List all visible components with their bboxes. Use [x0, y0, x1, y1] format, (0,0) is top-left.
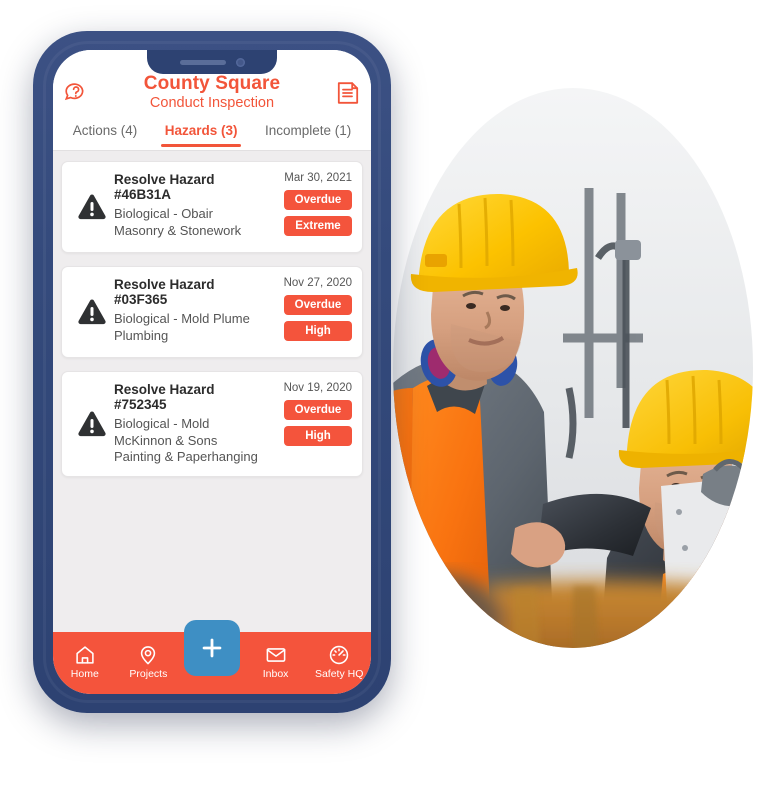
- hazard-description: Biological - Obair Masonry & Stonework: [114, 206, 242, 238]
- tab-incomplete[interactable]: Incomplete (1): [263, 119, 353, 147]
- status-badge[interactable]: Overdue: [284, 295, 352, 315]
- severity-badge[interactable]: Extreme: [284, 216, 352, 236]
- status-badge[interactable]: Overdue: [284, 400, 352, 420]
- speaker-grille-icon: [179, 59, 226, 65]
- page-title: County Square: [143, 72, 281, 94]
- hazard-description: Biological - Mold McKinnon & Sons Painti…: [114, 416, 258, 464]
- hazard-list[interactable]: Resolve Hazard #46B31A Biological - Obai…: [53, 151, 371, 632]
- tab-actions[interactable]: Actions (4): [71, 119, 140, 147]
- nav-item-home[interactable]: Home: [53, 644, 117, 680]
- worker-photo-illustration: [393, 88, 753, 648]
- hazard-meta: Mar 30, 2021 Overdue Extreme: [266, 172, 352, 242]
- nav-item-inbox[interactable]: Inbox: [244, 644, 308, 680]
- page-subtitle: Conduct Inspection: [149, 94, 275, 111]
- add-button-fab[interactable]: [184, 620, 240, 676]
- nav-label-projects: Projects: [129, 668, 168, 680]
- help-chat-icon[interactable]: [63, 80, 89, 106]
- nav-label-safety-hq: Safety HQ: [314, 668, 364, 680]
- bottom-navigation-bar[interactable]: Home Projects Inbox Safety HQ: [53, 620, 371, 694]
- phone-mockup: County Square Conduct Inspection Actions…: [33, 31, 391, 713]
- header-titles: County Square Conduct Inspection: [144, 73, 280, 112]
- document-list-icon[interactable]: [335, 80, 361, 106]
- hazard-date: Nov 19, 2020: [283, 382, 352, 394]
- hazard-title: Resolve Hazard #46B31A: [114, 172, 215, 202]
- speedometer-icon: [329, 645, 349, 665]
- map-pin-icon: [141, 646, 156, 665]
- hazard-title: Resolve Hazard #03F365: [114, 277, 215, 307]
- hazard-text: Resolve Hazard #46B31A Biological - Obai…: [114, 172, 266, 242]
- hazard-card[interactable]: Resolve Hazard #03F365 Biological - Mold…: [61, 266, 363, 358]
- severity-badge[interactable]: High: [284, 426, 352, 446]
- nav-label-inbox: Inbox: [262, 668, 289, 680]
- hazard-description: Biological - Mold Plume Plumbing: [114, 311, 250, 343]
- phone-screen: County Square Conduct Inspection Actions…: [53, 50, 371, 694]
- nav-item-safety-hq[interactable]: Safety HQ: [307, 644, 371, 680]
- hazard-card[interactable]: Resolve Hazard #46B31A Biological - Obai…: [61, 161, 363, 253]
- hazard-meta: Nov 27, 2020 Overdue High: [266, 277, 352, 347]
- scene: County Square Conduct Inspection Actions…: [0, 0, 768, 792]
- phone-notch: [147, 50, 277, 74]
- nav-item-projects[interactable]: Projects: [117, 644, 181, 680]
- hazard-text: Resolve Hazard #752345 Biological - Mold…: [114, 382, 266, 466]
- hazard-text: Resolve Hazard #03F365 Biological - Mold…: [114, 277, 266, 347]
- status-badge[interactable]: Overdue: [284, 190, 352, 210]
- hazard-card[interactable]: Resolve Hazard #752345 Biological - Mold…: [61, 371, 363, 477]
- warning-triangle-icon: [70, 382, 114, 466]
- hazard-card-body: Resolve Hazard #46B31A Biological - Obai…: [114, 172, 352, 242]
- tab-bar[interactable]: Actions (4) Hazards (3) Incomplete (1): [53, 115, 371, 151]
- tab-hazards[interactable]: Hazards (3): [160, 119, 242, 147]
- hazard-date: Nov 27, 2020: [283, 277, 352, 289]
- nav-label-home: Home: [70, 668, 99, 680]
- hazard-card-body: Resolve Hazard #752345 Biological - Mold…: [114, 382, 352, 466]
- envelope-icon: [266, 648, 285, 662]
- hazard-meta: Nov 19, 2020 Overdue High: [266, 382, 352, 466]
- hazard-date: Mar 30, 2021: [284, 172, 352, 184]
- plus-icon: [202, 638, 222, 658]
- home-icon: [76, 646, 94, 664]
- warning-triangle-icon: [70, 172, 114, 242]
- hazard-card-body: Resolve Hazard #03F365 Biological - Mold…: [114, 277, 352, 347]
- severity-badge[interactable]: High: [284, 321, 352, 341]
- front-camera-icon: [235, 57, 245, 67]
- hazard-title: Resolve Hazard #752345: [114, 382, 215, 412]
- warning-triangle-icon: [70, 277, 114, 347]
- worker-photo-circle: [393, 88, 753, 648]
